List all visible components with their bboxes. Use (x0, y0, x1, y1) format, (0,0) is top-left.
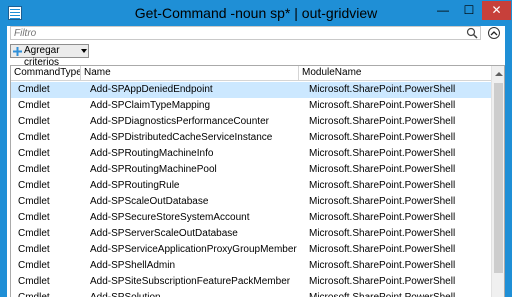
cell-name: Add-SPServiceApplicationProxyGroupMember (90, 244, 297, 255)
search-icon[interactable] (466, 27, 478, 39)
add-criteria-button[interactable]: Agregar criterios (10, 44, 89, 68)
cell-name: Add-SPRoutingRule (90, 180, 180, 191)
table-row[interactable]: Cmdlet Add-SPDiagnosticsPerformanceCounte… (11, 114, 491, 130)
table-row[interactable]: Cmdlet Add-SPSolution Microsoft.SharePoint… (11, 290, 491, 297)
scroll-up-icon[interactable] (492, 66, 504, 81)
cell-commandtype: Cmdlet (18, 244, 50, 255)
cell-modulename: Microsoft.SharePoint.PowerShell (309, 100, 456, 111)
cell-modulename: Microsoft.SharePoint.PowerShell (309, 84, 456, 95)
maximize-button[interactable]: ☐ (456, 1, 482, 20)
cell-commandtype: Cmdlet (18, 212, 50, 223)
cell-commandtype: Cmdlet (18, 132, 50, 143)
column-header-name[interactable]: Name (81, 66, 299, 81)
cell-commandtype: Cmdlet (18, 260, 50, 271)
cell-modulename: Microsoft.SharePoint.PowerShell (309, 180, 456, 191)
cell-name: Add-SPClaimTypeMapping (90, 100, 211, 111)
table-row[interactable]: Cmdlet Add-SPRoutingMachineInfo Microsoft.… (11, 146, 491, 162)
cell-commandtype: Cmdlet (18, 196, 50, 207)
cell-modulename: Microsoft.SharePoint.PowerShell (309, 148, 456, 159)
cell-name: Add-SPSecureStoreSystemAccount (90, 212, 250, 223)
out-gridview-window: Get-Command -noun sp* | out-gridview — ☐… (0, 0, 512, 297)
cell-modulename: Microsoft.SharePoint.PowerShell (309, 228, 456, 239)
table-row[interactable]: Cmdlet Add-SPRoutingMachinePool Microsoft.… (11, 162, 491, 178)
cell-modulename: Microsoft.SharePoint.PowerShell (309, 244, 456, 255)
cell-name: Add-SPRoutingMachinePool (90, 164, 217, 175)
cell-name: Add-SPSiteSubscriptionFeaturePackMember (90, 276, 291, 287)
filter-input[interactable] (10, 26, 481, 40)
grid-header: CommandType Name ModuleName (11, 66, 491, 81)
cell-modulename: Microsoft.SharePoint.PowerShell (309, 260, 456, 271)
filter-row (7, 26, 505, 40)
cell-commandtype: Cmdlet (18, 84, 50, 95)
collapse-icon[interactable] (488, 27, 500, 39)
table-row[interactable]: Cmdlet Add-SPSecureStoreSystemAccount Micr… (11, 210, 491, 226)
cell-name: Add-SPServerScaleOutDatabase (90, 228, 238, 239)
cell-modulename: Microsoft.SharePoint.PowerShell (309, 116, 456, 127)
close-button[interactable]: ✕ (482, 1, 511, 20)
scrollbar-thumb[interactable] (494, 83, 503, 273)
table-row[interactable]: Cmdlet Add-SPScaleOutDatabase Microsoft.Sh… (11, 194, 491, 210)
client-area: Agregar criterios CommandType Name Modul… (7, 26, 505, 297)
grid-rows: Cmdlet Add-SPAppDeniedEndpoint Microsoft.S… (11, 82, 491, 297)
table-row[interactable]: Cmdlet Add-SPShellAdmin Microsoft.SharePoi… (11, 258, 491, 274)
cell-name: Add-SPDiagnosticsPerformanceCounter (90, 116, 269, 127)
cell-commandtype: Cmdlet (18, 228, 50, 239)
cell-modulename: Microsoft.SharePoint.PowerShell (309, 132, 456, 143)
cell-modulename: Microsoft.SharePoint.PowerShell (309, 212, 456, 223)
table-row[interactable]: Cmdlet Add-SPDistributedCacheServiceInsta… (11, 130, 491, 146)
cell-modulename: Microsoft.SharePoint.PowerShell (309, 276, 456, 287)
table-row[interactable]: Cmdlet Add-SPAppDeniedEndpoint Microsoft.S… (11, 82, 491, 98)
plus-icon (13, 47, 22, 56)
cell-name: Add-SPDistributedCacheServiceInstance (90, 132, 273, 143)
vertical-scrollbar[interactable] (491, 66, 504, 297)
cell-commandtype: Cmdlet (18, 100, 50, 111)
cell-name: Add-SPRoutingMachineInfo (90, 148, 214, 159)
table-row[interactable]: Cmdlet Add-SPSiteSubscriptionFeaturePackM… (11, 274, 491, 290)
minimize-button[interactable]: — (430, 1, 456, 20)
title-bar[interactable]: Get-Command -noun sp* | out-gridview — ☐… (0, 0, 512, 26)
cell-name: Add-SPShellAdmin (90, 260, 176, 271)
results-grid: CommandType Name ModuleName Cmdlet Add-SP… (10, 65, 505, 297)
dropdown-arrow-icon (81, 49, 87, 53)
column-header-modulename[interactable]: ModuleName (299, 66, 491, 81)
cell-modulename: Microsoft.SharePoint.PowerShell (309, 164, 456, 175)
cell-name: Add-SPAppDeniedEndpoint (90, 84, 213, 95)
cell-modulename: Microsoft.SharePoint.PowerShell (309, 196, 456, 207)
cell-commandtype: Cmdlet (18, 290, 81, 297)
cell-commandtype: Cmdlet (18, 180, 50, 191)
cell-commandtype: Cmdlet (18, 116, 50, 127)
table-row[interactable]: Cmdlet Add-SPServerScaleOutDatabase Micros… (11, 226, 491, 242)
column-header-commandtype[interactable]: CommandType (11, 66, 81, 81)
cell-modulename: Microsoft.SharePoint.PowerShell (309, 290, 491, 297)
cell-name: Add-SPSolution (90, 290, 299, 297)
cell-name: Add-SPScaleOutDatabase (90, 196, 209, 207)
cell-commandtype: Cmdlet (18, 164, 50, 175)
cell-commandtype: Cmdlet (18, 276, 50, 287)
table-row[interactable]: Cmdlet Add-SPClaimTypeMapping Microsoft.Sh… (11, 98, 491, 114)
cell-commandtype: Cmdlet (18, 148, 50, 159)
table-row[interactable]: Cmdlet Add-SPServiceApplicationProxyGroup… (11, 242, 491, 258)
table-row[interactable]: Cmdlet Add-SPRoutingRule Microsoft.SharePo… (11, 178, 491, 194)
